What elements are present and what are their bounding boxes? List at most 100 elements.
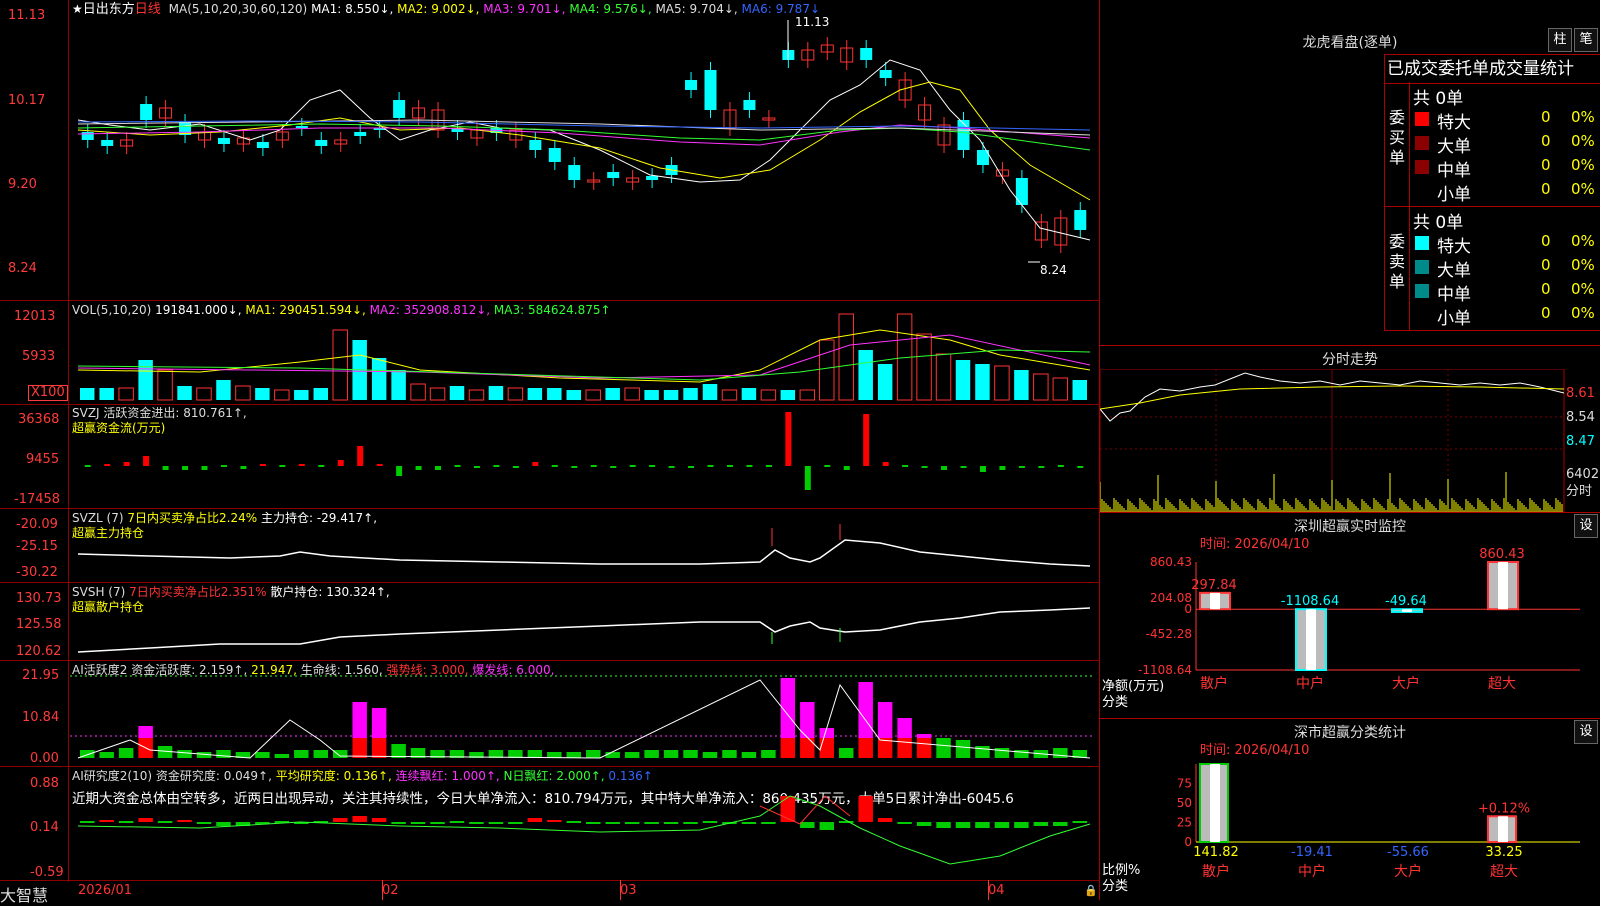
sz-monitor-axis-label: 0 bbox=[1184, 602, 1192, 616]
intraday-axis-label: 8.61 bbox=[1566, 386, 1595, 401]
ai-research-bar bbox=[371, 818, 387, 822]
ai-active-bar bbox=[994, 748, 1010, 758]
candle-body bbox=[607, 172, 620, 178]
svzj-bar bbox=[960, 466, 967, 468]
candle-body bbox=[568, 165, 581, 180]
ai-research-bar bbox=[138, 818, 153, 822]
ai-research-bar bbox=[1072, 821, 1087, 823]
volume-bar bbox=[468, 389, 485, 401]
volume-bar bbox=[935, 353, 952, 401]
candle-body bbox=[393, 100, 406, 118]
sz-monitor-bar bbox=[1295, 608, 1327, 671]
svzj-chart[interactable] bbox=[0, 404, 1100, 508]
svzj-bar bbox=[843, 466, 850, 470]
candlestick-chart[interactable] bbox=[0, 0, 1100, 300]
bar-view-button[interactable]: 柱 bbox=[1548, 28, 1572, 52]
ai-research-chart[interactable] bbox=[0, 766, 1100, 880]
volume-bar bbox=[994, 365, 1010, 401]
lock-icon[interactable]: 🔒 bbox=[1084, 884, 1098, 897]
kline-chart-area[interactable]: ★日出东方日线 MA(5,10,20,30,60,120) MA1: 8.550… bbox=[0, 0, 1100, 905]
volume-bar bbox=[410, 383, 426, 401]
ai-research-bar bbox=[644, 822, 659, 824]
volume-bar bbox=[683, 388, 698, 400]
volume-bar bbox=[916, 333, 932, 401]
volume-bar bbox=[196, 387, 212, 401]
ai-research-bar bbox=[99, 820, 114, 822]
svzj-bar bbox=[863, 414, 870, 466]
volume-bar bbox=[741, 388, 757, 400]
ai-research-bar bbox=[858, 796, 873, 822]
sz-class-category-label: 大户 bbox=[1394, 863, 1422, 880]
ai-research-bar bbox=[994, 822, 1010, 828]
ai-research-bar bbox=[547, 820, 562, 822]
buy-pct: 0% bbox=[1571, 132, 1595, 150]
volume-chart[interactable] bbox=[0, 300, 1100, 404]
sell-pct: 0% bbox=[1571, 280, 1595, 298]
intraday-panel[interactable]: 分时走势 8.61 8.54 8.47 6402 分时 bbox=[1100, 345, 1600, 512]
volume-bar bbox=[332, 329, 348, 401]
ai-active-bar bbox=[586, 750, 601, 758]
longhu-title: 龙虎看盘(逐单) bbox=[1302, 35, 1398, 51]
ai-active-bar bbox=[858, 682, 873, 738]
sell-qty: 0 bbox=[1541, 304, 1551, 322]
svzj-bar bbox=[1057, 465, 1064, 467]
sz-monitor-chart[interactable]: 860.43204.080-452.28-1108.64297.84散户-110… bbox=[1100, 512, 1600, 718]
sz-monitor-panel: 深圳超赢实时监控 设 时间: 2026/04/10 860.43 204.08 0-… bbox=[1100, 512, 1600, 718]
pane-divider bbox=[0, 880, 1100, 881]
ai-active-bar bbox=[274, 754, 290, 758]
sz-monitor-axis-label: -1108.64 bbox=[1138, 663, 1192, 677]
buy-orders-block: 委买单 共 0单 特大 0 0% 大单 0 0% 中单 0 0% 小单 0 0% bbox=[1384, 82, 1600, 207]
candle-body bbox=[295, 126, 308, 128]
svzj-bar bbox=[162, 466, 169, 470]
sz-class-value-label: -55.66 bbox=[1387, 845, 1429, 860]
ai-research-bar bbox=[391, 822, 406, 824]
candle-body bbox=[140, 104, 153, 120]
ai-active-bar bbox=[547, 752, 562, 758]
volume-bar bbox=[547, 388, 562, 400]
ai-active-bar bbox=[255, 752, 270, 758]
candle-body bbox=[81, 132, 94, 140]
svzj-bar bbox=[551, 465, 558, 467]
svzj-bar bbox=[941, 466, 948, 470]
ai-active-bar bbox=[644, 750, 659, 758]
svzj-bar bbox=[123, 462, 130, 466]
candle-body bbox=[1015, 178, 1028, 205]
svzj-bar bbox=[1038, 466, 1045, 468]
buy-orders-label: 委买单 bbox=[1388, 108, 1405, 167]
svsh-chart[interactable] bbox=[0, 582, 1100, 660]
ai-research-bar bbox=[196, 822, 212, 824]
longhu-panel: 龙虎看盘(逐单) 柱 笔 已成交委托单成交量统计 委买单 共 0单 特大 0 0% 大… bbox=[1100, 0, 1600, 345]
tick-view-button[interactable]: 笔 bbox=[1574, 28, 1598, 52]
volume-bar bbox=[566, 390, 581, 400]
sell-swatch bbox=[1415, 236, 1429, 250]
ai-active-bar bbox=[955, 740, 971, 758]
buy-pct: 0% bbox=[1571, 108, 1595, 126]
sz-class-bar bbox=[1487, 815, 1517, 844]
svzj-bar bbox=[493, 465, 500, 467]
sz-monitor-bar bbox=[1487, 561, 1519, 611]
ai-active-chart[interactable] bbox=[0, 660, 1100, 766]
low-price-mark: 8.24 bbox=[1040, 263, 1067, 277]
candle-body bbox=[860, 48, 873, 60]
sz-class-ylabel: 比例% bbox=[1102, 863, 1141, 878]
sz-class-value-label: 33.25 bbox=[1485, 845, 1522, 860]
sz-class-axis-label: 50 bbox=[1177, 796, 1192, 810]
ai-research-bar bbox=[508, 822, 523, 824]
svzl-chart[interactable] bbox=[0, 508, 1100, 582]
volume-bar bbox=[99, 388, 114, 400]
svzj-bar bbox=[454, 465, 461, 467]
candle-body bbox=[217, 138, 230, 144]
volume-bar bbox=[449, 386, 465, 400]
sz-class-chart[interactable]: 75 50 25 0 +0.12% 141.82 散户 -19.41 中户 -55.66 大户 33.… bbox=[1100, 718, 1600, 900]
sell-qty: 0 bbox=[1541, 280, 1551, 298]
ai-research-bar bbox=[1053, 822, 1068, 826]
date-label: 02 bbox=[382, 883, 399, 898]
intraday-tag: 分时 bbox=[1566, 484, 1593, 499]
intraday-chart[interactable] bbox=[1100, 369, 1600, 512]
sell-name: 特大 bbox=[1437, 237, 1471, 257]
sell-orders-block: 委卖单 共 0单 特大 0 0% 大单 0 0% 中单 0 0% 小单 0 0% bbox=[1384, 206, 1600, 331]
svzj-bar bbox=[84, 465, 91, 467]
svzj-bar bbox=[512, 466, 519, 468]
svzj-bar bbox=[104, 464, 111, 466]
ai-research-bar bbox=[800, 822, 815, 828]
